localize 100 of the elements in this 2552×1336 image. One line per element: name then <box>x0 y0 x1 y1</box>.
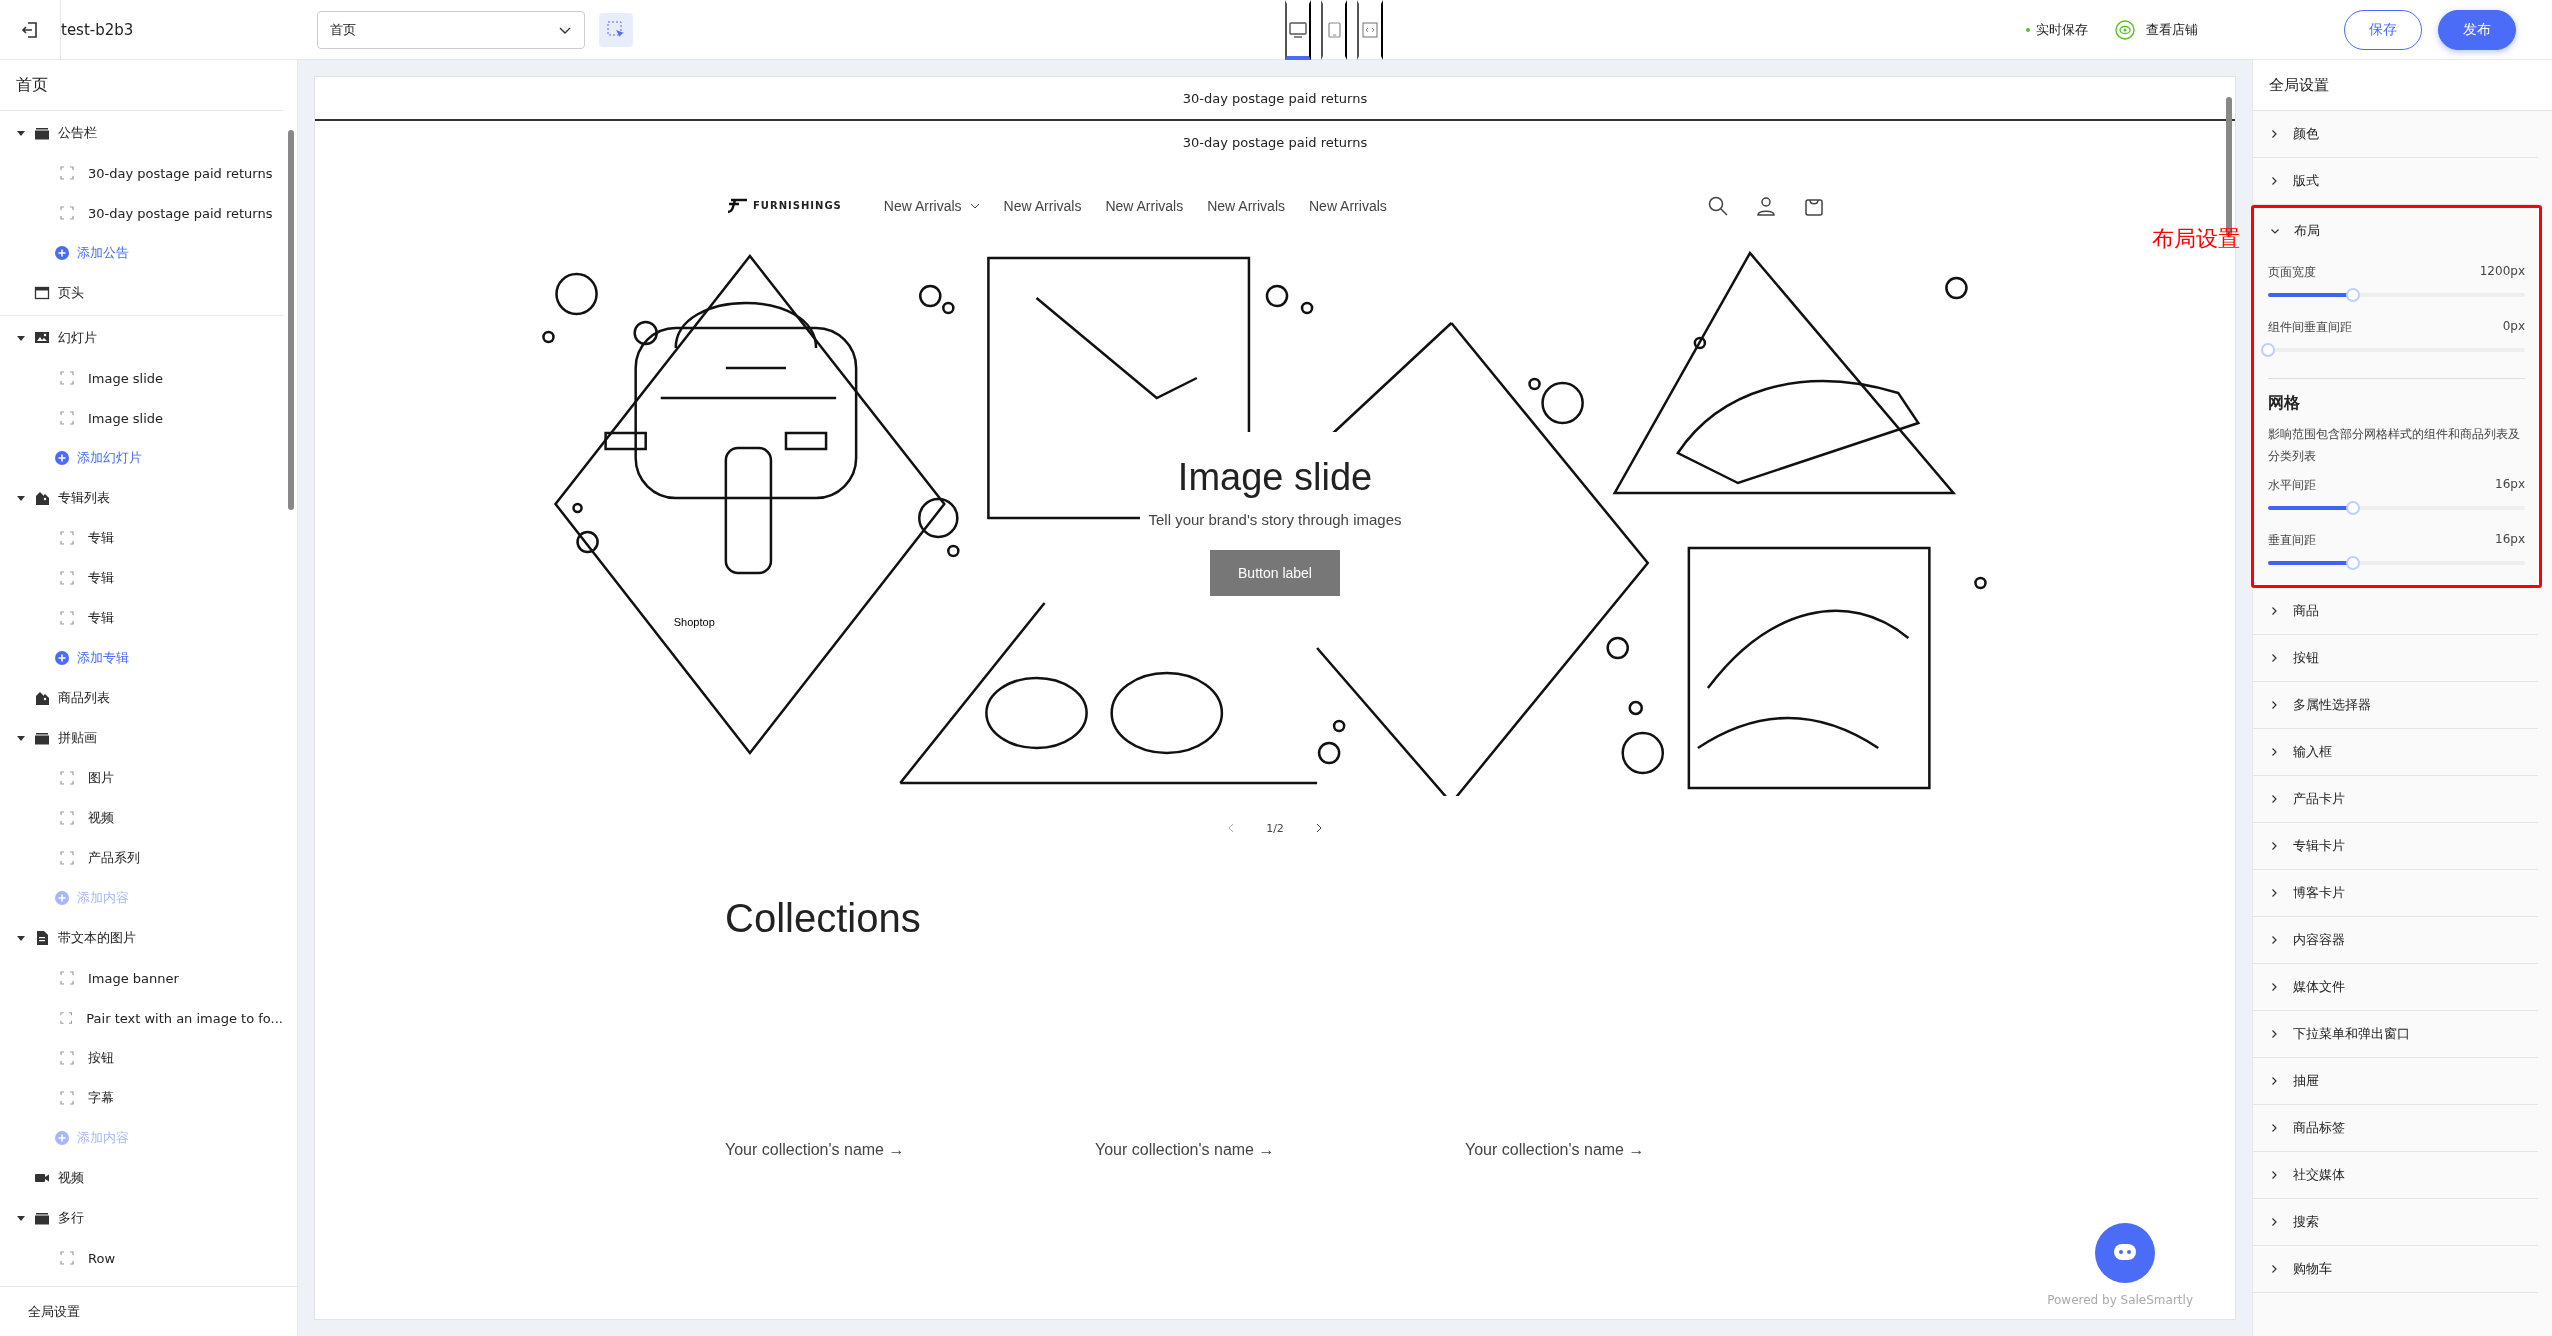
slider-thumb[interactable] <box>2345 556 2360 571</box>
dashed-frame-icon <box>60 411 74 425</box>
block-item[interactable]: Image banner <box>0 958 283 998</box>
collection-link[interactable]: Your collection's name → <box>1465 1141 1725 1159</box>
block-label: Image slide <box>88 410 164 426</box>
add-item-link[interactable]: 添加幻灯片 <box>0 438 283 478</box>
collection-link[interactable]: Your collection's name → <box>1095 1141 1355 1159</box>
slide-counter: 1/2 <box>1266 821 1284 835</box>
page-select[interactable]: 首页 <box>317 10 585 49</box>
stack-icon <box>34 730 50 746</box>
nav-link[interactable]: New Arrivals <box>1105 197 1184 214</box>
slider-thumb[interactable] <box>2345 288 2360 302</box>
add-item-link[interactable]: 添加专辑 <box>0 638 283 678</box>
block-item[interactable]: 图片 <box>0 758 283 798</box>
sidebar-section[interactable]: 页头 <box>0 273 283 313</box>
accordion-header[interactable]: 颜色 <box>2253 111 2538 157</box>
slider-thumb[interactable] <box>2345 501 2360 516</box>
slider-label: 页面宽度 <box>2268 264 2316 281</box>
settings-title: 全局设置 <box>2253 60 2552 111</box>
block-item[interactable]: 30-day postage paid returns <box>0 153 283 193</box>
block-item[interactable]: Row <box>0 1238 283 1278</box>
chevron-icon <box>2269 794 2279 805</box>
sidebar-title: 首页 <box>0 60 283 111</box>
block-label: 字幕 <box>88 1089 114 1107</box>
accordion-header[interactable]: 内容容器 <box>2253 917 2538 964</box>
search-icon[interactable] <box>1707 194 1729 217</box>
sidebar-section[interactable]: 拼贴画 <box>0 718 283 758</box>
slider-label: 垂直间距 <box>2268 532 2316 550</box>
block-item[interactable]: Image slide <box>0 398 283 438</box>
slider-value: 16px <box>2495 477 2525 494</box>
accordion-header[interactable]: 媒体文件 <box>2253 964 2538 1011</box>
block-item[interactable]: 视频 <box>0 798 283 838</box>
accordion-header[interactable]: 产品卡片 <box>2253 776 2538 823</box>
sidebar-section[interactable]: 视频 <box>0 1158 283 1198</box>
slide-title: Image slide <box>1177 456 1373 499</box>
block-item[interactable]: 专辑 <box>0 558 283 598</box>
block-label: 专辑 <box>88 569 114 587</box>
section-label: 多行 <box>58 1209 84 1227</box>
block-item[interactable]: 30-day postage paid returns <box>0 193 283 233</box>
code-view-icon <box>1360 20 1380 40</box>
nav-link[interactable]: New Arrivals <box>1207 197 1285 214</box>
accordion-header[interactable]: 购物车 <box>2253 1246 2538 1293</box>
block-item[interactable]: Image slide <box>0 358 283 398</box>
publish-button[interactable]: 发布 <box>2438 9 2516 50</box>
chevron-icon <box>2269 1217 2279 1228</box>
block-item[interactable]: 专辑 <box>0 598 283 638</box>
global-settings-link[interactable]: 全局设置 <box>28 1302 80 1321</box>
sidebar-section[interactable]: 专辑列表 <box>0 478 283 518</box>
chevron-icon <box>2269 1076 2279 1087</box>
accordion-header[interactable]: 博客卡片 <box>2253 870 2538 917</box>
chevron-icon <box>2269 653 2279 664</box>
block-item[interactable]: 产品系列 <box>0 838 283 878</box>
sidebar-section[interactable]: 商品列表 <box>0 678 283 718</box>
collection-link[interactable]: Your collection's name → <box>725 1141 985 1159</box>
block-item[interactable]: 按钮 <box>0 1038 283 1078</box>
nav-link[interactable]: New Arrivals <box>883 197 980 214</box>
slider-thumb[interactable] <box>2261 343 2275 357</box>
collections-title: Collections <box>725 896 922 941</box>
block-item[interactable]: 专辑 <box>0 518 283 558</box>
section-label: 页头 <box>58 284 84 302</box>
block-label: 视频 <box>88 809 114 827</box>
project-name: test-b2b3 <box>61 20 134 39</box>
accordion-header[interactable]: 商品标签 <box>2253 1105 2538 1152</box>
accordion-header[interactable]: 抽屉 <box>2253 1058 2538 1105</box>
block-item[interactable]: 字幕 <box>0 1078 283 1118</box>
chat-button[interactable] <box>2095 1223 2155 1283</box>
accordion-header[interactable]: 版式 <box>2253 158 2538 204</box>
block-label: Pair text with an image to fo... <box>86 1010 283 1026</box>
desktop-icon <box>1288 20 1308 40</box>
accordion-header[interactable]: 输入框 <box>2253 729 2538 776</box>
sidebar-section[interactable]: 公告栏 <box>0 113 283 153</box>
powered-by-text: Powered by SaleSmartly <box>2047 1293 2193 1307</box>
dashed-frame-icon <box>60 166 74 180</box>
chevron-icon <box>2269 1264 2279 1275</box>
slider-value: 0px <box>2502 319 2525 335</box>
logo-text: FURNISHINGS <box>753 200 842 211</box>
add-item-link[interactable]: 添加公告 <box>0 233 283 273</box>
tag-icon <box>34 690 50 706</box>
view-store-link[interactable]: 查看店铺 <box>2114 18 2198 41</box>
sidebar-section[interactable]: 多行 <box>0 1198 283 1238</box>
nav-link[interactable]: New Arrivals <box>1309 197 1387 214</box>
nav-link[interactable]: New Arrivals <box>1003 197 1082 214</box>
block-item[interactable]: Pair text with an image to fo... <box>0 998 283 1038</box>
save-button[interactable]: 保存 <box>2344 9 2422 50</box>
scrollbar[interactable] <box>288 130 294 510</box>
accordion-header[interactable]: 下拉菜单和弹出窗口 <box>2253 1011 2538 1058</box>
accordion-header[interactable]: 多属性选择器 <box>2253 682 2538 729</box>
slider-label: 组件间垂直间距 <box>2268 319 2352 336</box>
slide-button[interactable]: Button label <box>1210 550 1340 596</box>
accordion-header[interactable]: 商品 <box>2253 588 2538 635</box>
user-icon[interactable] <box>1755 194 1777 217</box>
block-label: Image slide <box>88 370 164 386</box>
sidebar-section[interactable]: 幻灯片 <box>0 318 283 358</box>
accordion-header[interactable]: 社交媒体 <box>2253 1152 2538 1199</box>
accordion-header[interactable]: 专辑卡片 <box>2253 823 2538 870</box>
accordion-header[interactable]: 布局 <box>2254 208 2539 254</box>
chevron-icon <box>2269 129 2279 139</box>
accordion-header[interactable]: 搜索 <box>2253 1199 2538 1246</box>
sidebar-section[interactable]: 带文本的图片 <box>0 918 283 958</box>
accordion-header[interactable]: 按钮 <box>2253 635 2538 682</box>
